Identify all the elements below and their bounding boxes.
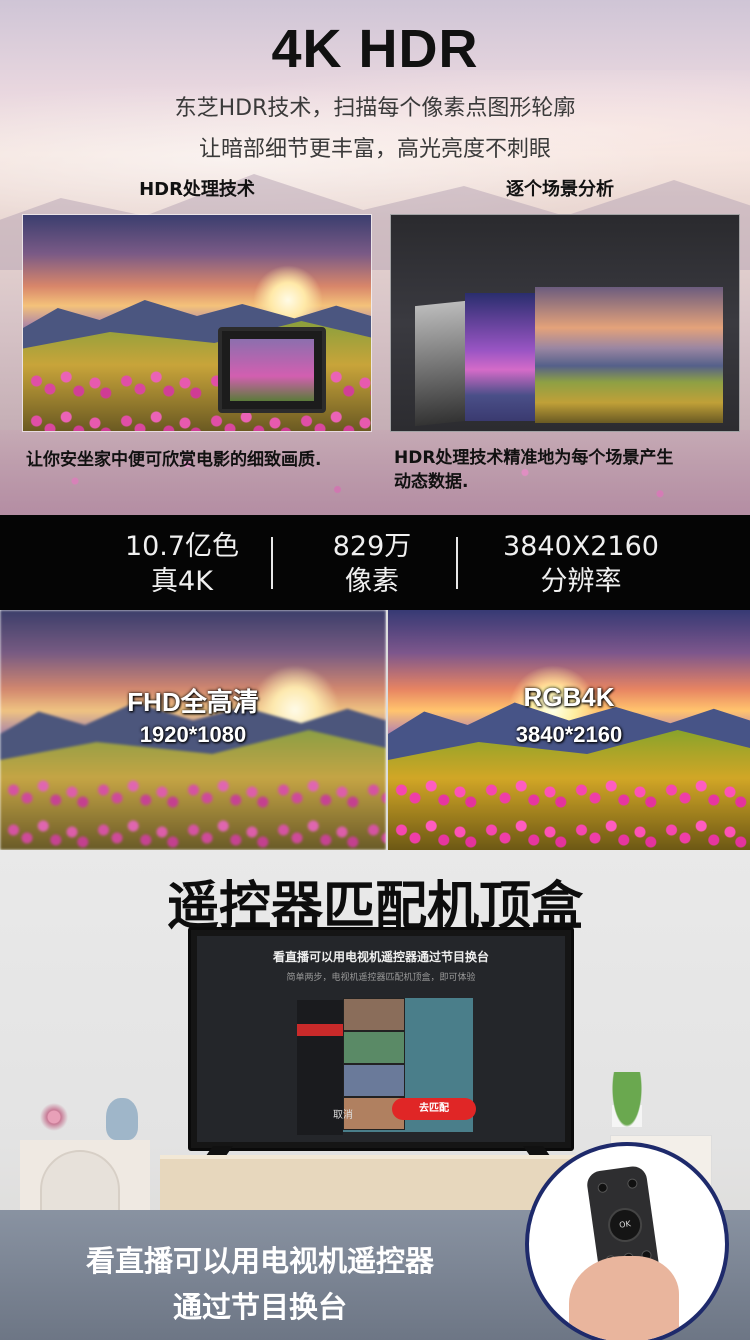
purple-frame [465,293,545,421]
spec-pixels: 829万 像素 [257,529,487,599]
remote-control-closeup: OK [525,1142,729,1340]
tv-dialog-subtitle: 简单两步，电视机遥控器匹配机顶盒，即可体验 [286,973,476,983]
fhd-title: FHD全高清 [127,687,259,717]
spec-band: 10.7亿色 真4K 829万 像素 3840X2160 分辨率 [0,515,750,610]
scene-analysis-caption-2: 动态数据. [394,472,469,492]
ok-button-icon: OK [605,1205,645,1245]
hero-line-2: 让暗部细节更丰富，高光亮度不刺眼 [198,137,551,162]
hdr-processing-caption: 让你安坐家中便可欣赏电影的细致画质. [26,450,322,470]
rgb4k-title: RGB4K [523,682,615,712]
rgb4k-image: RGB4K 3840*2160 [388,610,750,850]
scene-analysis-caption-1: HDR处理技术精准地为每个场景产生 [394,448,674,468]
potted-plant [612,1072,642,1127]
hero-title: 4K HDR [271,19,479,79]
color-frame [535,287,723,423]
hand [569,1256,679,1340]
fhd-resolution: 1920*1080 [139,722,247,747]
hdr-processing-label: HDR处理技术 [139,179,255,200]
spec-resolution: 3840X2160 分辨率 [466,529,696,599]
flower-vase [36,1102,72,1132]
resolution-compare: FHD全高清 1920*1080 RGB4K 3840*2160 [0,610,750,850]
tv-screen: 看直播可以用电视机遥控器通过节目换台 简单两步，电视机遥控器匹配机顶盒，即可体验… [197,936,565,1142]
spec-pixels-label: 像素 [345,566,399,597]
scene-analysis-image [390,214,740,432]
tv-cancel-button[interactable]: 取消 [333,1106,353,1121]
spec-resolution-label: 分辨率 [540,566,622,597]
spec-divider [456,537,458,589]
tv-dialog-heading: 看直播可以用电视机遥控器通过节目换台 [272,950,489,964]
fhd-image: FHD全高清 1920*1080 [0,610,386,850]
spec-pixels-value: 829万 [332,531,412,562]
hdr-processing-image [22,214,372,432]
scene-analysis-label: 逐个场景分析 [506,179,614,200]
hdr-hero-section: 4K HDR 东芝HDR技术，扫描每个像素点图形轮廓 让暗部细节更丰富，高光亮度… [0,0,750,515]
monitor-frame [218,327,326,413]
hero-line-1: 东芝HDR技术，扫描每个像素点图形轮廓 [174,96,576,121]
banner-line-1: 看直播可以用电视机遥控器 [85,1244,434,1278]
teddy-bear [106,1098,138,1140]
spec-resolution-value: 3840X2160 [503,531,659,562]
tv-set: 看直播可以用电视机遥控器通过节目换台 简单两步，电视机遥控器匹配机顶盒，即可体验… [188,927,574,1151]
rgb4k-resolution: 3840*2160 [515,722,623,747]
remote-section: 遥控器匹配机顶盒 看直播可以用电视机遥控器通过节目换台 简单两步，电视机遥控器匹… [0,850,750,1340]
banner-line-2: 通过节目换台 [172,1290,347,1324]
tv-match-button[interactable]: 去匹配 [392,1098,476,1120]
